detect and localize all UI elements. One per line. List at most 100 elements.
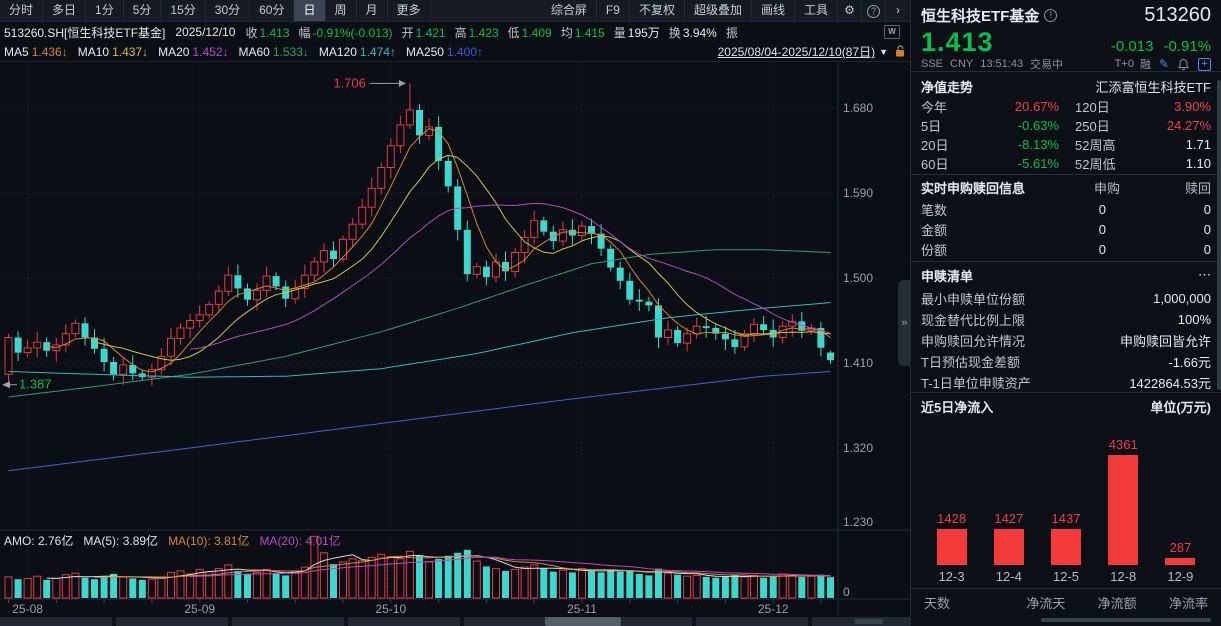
toolbar-tab-10[interactable]: 更多 (388, 0, 431, 21)
panel-tab-3[interactable]: 净流率 (1137, 593, 1208, 612)
toolbar-tab-3[interactable]: 5分 (124, 0, 162, 21)
panel-v-scrollbar[interactable] (1217, 80, 1221, 390)
nv-value: 3.90% (1141, 99, 1211, 114)
toolbar-tab-9[interactable]: 月 (357, 0, 388, 21)
pcf-more-button[interactable]: ⋯ (1198, 267, 1211, 283)
pcf-label: T日预估现金差额 (921, 352, 1020, 371)
nv-label: 5日 (921, 116, 967, 135)
date-range-link[interactable]: 2025/08/04-2025/12/10(87日) (718, 43, 875, 60)
chart-h-scrollbar[interactable] (0, 617, 910, 626)
ma-label: MA10 (78, 45, 109, 59)
toolbar-action-0[interactable]: 综合屏 (542, 0, 597, 21)
panel-footer-scrollbar[interactable] (911, 615, 1221, 626)
pcf-section: 申赎清单 ⋯ 最小申赎单位份额1,000,000现金替代比例上限100%申购赎回… (911, 262, 1221, 393)
fund-side-panel: » 恒生科技ETF基金 ! 513260 1.413 -0.013-0.91% … (910, 0, 1221, 626)
svg-text:25-08: 25-08 (12, 602, 43, 616)
ma-label: MA5 (4, 45, 29, 59)
col-subscribe: 申购 (1025, 178, 1120, 197)
panel-tab-1[interactable]: 净流天 (994, 593, 1065, 612)
fund-code: 513260 (1144, 4, 1211, 27)
alert-bell-icon[interactable] (1177, 58, 1190, 71)
help-icon[interactable]: ? (862, 0, 886, 21)
toolbar-action-4[interactable]: 画线 (752, 0, 795, 21)
quote-field-label: 低 (508, 26, 520, 40)
quote-date: 2025/12/10 (175, 25, 235, 39)
flow-bar (1108, 455, 1138, 565)
flow-bar-col-4: 287 (1152, 540, 1209, 565)
rt-label: 份额 (921, 240, 1011, 259)
toolbar-tab-1[interactable]: 多日 (43, 0, 86, 21)
info-icon[interactable]: ! (1044, 9, 1057, 22)
toolbar-tab-7[interactable]: 日 (294, 0, 325, 21)
quote-field-label: 幅 (299, 26, 311, 40)
panel-collapse-handle[interactable]: » (898, 280, 911, 366)
change-abs: -0.013 (1111, 38, 1154, 55)
toolbar-action-3[interactable]: 超级叠加 (685, 0, 752, 21)
realtime-row-2: 份额00 (911, 239, 1221, 259)
toolbar-tab-0[interactable]: 分时 (0, 0, 43, 21)
pcf-value: -1.66元 (1168, 352, 1211, 371)
realtime-title: 实时申购赎回信息 (921, 178, 1025, 197)
pcf-row-3: T日预估现金差额 -1.66元 (911, 351, 1221, 372)
toolbar-tab-2[interactable]: 1分 (86, 0, 124, 21)
toolbar-action-5[interactable]: 工具 (795, 0, 838, 21)
panel-footer-tabs: 天数净流天净流额净流率 (911, 589, 1221, 615)
ma-label: MA60 (239, 45, 270, 59)
settings-gear-icon[interactable]: ⚙ (838, 0, 862, 21)
toolbar-tab-8[interactable]: 周 (326, 0, 357, 21)
toolbar-more-chevron-icon[interactable]: › (886, 0, 910, 21)
nv-value: 1.71 (1141, 137, 1211, 152)
toolbar-tab-5[interactable]: 30分 (206, 0, 250, 21)
flow-bar-value: 287 (1170, 540, 1192, 555)
svg-text:25-09: 25-09 (184, 602, 215, 616)
ma-legend-3: MA601.533↓ (239, 45, 309, 59)
period-toolbar: 分时多日1分5分15分30分60分日周月更多 综合屏F9不复权超级叠加画线工具 … (0, 0, 910, 22)
panel-header: 恒生科技ETF基金 ! 513260 1.413 -0.013-0.91% SS… (911, 0, 1221, 72)
realtime-row-1: 金额00 (911, 219, 1221, 239)
toolbar-action-1[interactable]: F9 (597, 0, 630, 21)
flow-date-4: 12-9 (1152, 569, 1209, 584)
panel-tab-0[interactable]: 天数 (924, 593, 994, 612)
pcf-rows: 最小申赎单位份额1,000,000现金替代比例上限100%申购赎回允许情况申购赎… (911, 288, 1221, 393)
toolbar-action-2[interactable]: 不复权 (630, 0, 685, 21)
caret-down-icon[interactable]: ▼ (879, 47, 888, 57)
unlock-icon[interactable] (894, 45, 906, 58)
scrollbar-thumb[interactable] (545, 617, 621, 626)
flow-bar (937, 529, 967, 565)
fund-name: 恒生科技ETF基金 (921, 5, 1039, 26)
pcf-label: 申购赎回允许情况 (921, 331, 1025, 350)
quote-field-label: 均 (561, 26, 573, 40)
net-value-row-2: 20日-8.13%52周高1.71 (911, 135, 1221, 154)
toolbar-tab-6[interactable]: 60分 (250, 0, 294, 21)
exchange-label: SSE (921, 58, 943, 70)
quote-field-7: 换3.94% (669, 26, 717, 40)
footer-scroll-thumb[interactable] (1041, 618, 1211, 622)
toolbar-tab-4[interactable]: 15分 (161, 0, 205, 21)
flow-title: 近5日净流入 (921, 397, 993, 416)
ma-label: MA120 (319, 45, 357, 59)
quote-fields: 收1.413幅-0.91%(-0.013)开1.421高1.423低1.409均… (245, 24, 748, 41)
quote-field-8: 振 (726, 26, 740, 40)
ma-legend-0: MA51.436↓ (4, 45, 68, 59)
wp-doc-icon[interactable]: W (884, 25, 900, 39)
edit-pencil-icon[interactable]: ✎ (1159, 57, 1169, 71)
quote-field-value: 1.423 (469, 26, 499, 40)
nv-label: 120日 (1075, 97, 1141, 116)
quote-field-label: 振 (726, 26, 738, 40)
panel-tab-2[interactable]: 净流额 (1065, 593, 1136, 612)
ma-legend-1: MA101.437↓ (78, 45, 148, 59)
quote-field-value: 1.415 (575, 26, 605, 40)
rt-label: 金额 (921, 220, 1011, 239)
nv-value: 20.67% (967, 99, 1059, 114)
ma-items: MA51.436↓MA101.437↓MA201.452↓MA601.533↓M… (4, 45, 493, 59)
add-plus-icon[interactable]: + (1198, 58, 1211, 71)
quote-field-value: 195万 (628, 26, 660, 40)
quote-field-value: -0.91%(-0.013) (313, 26, 393, 40)
quote-field-value: 1.421 (416, 26, 446, 40)
pcf-value: 1,000,000 (1153, 291, 1211, 306)
flow-date-0: 12-3 (923, 569, 980, 584)
ma-value: 1.436↓ (32, 45, 68, 59)
rt-subscribe-value: 0 (1011, 242, 1106, 257)
flow-section: 近5日净流入 单位(万元) 1428142714374361287 12-312… (911, 393, 1221, 589)
ma-label: MA20 (158, 45, 189, 59)
